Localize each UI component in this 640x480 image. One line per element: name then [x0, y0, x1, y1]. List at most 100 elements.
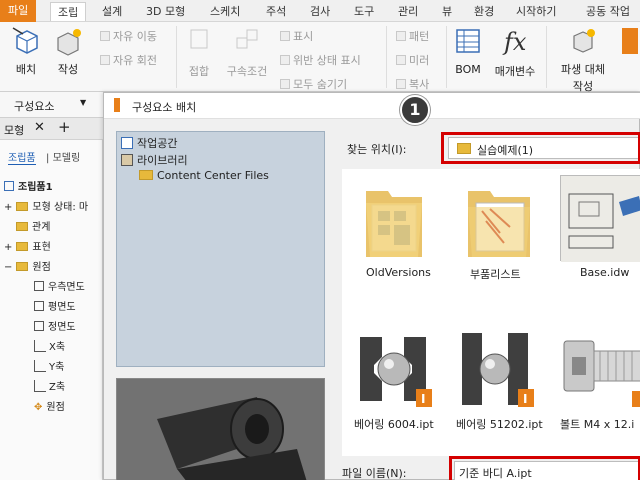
place-icon — [12, 27, 38, 54]
collapse-icon[interactable]: − — [4, 262, 12, 273]
ribbon-separator — [386, 26, 387, 88]
tree-item-z-axis[interactable]: Z축 — [34, 378, 65, 393]
close-icon[interactable]: ✕ — [34, 120, 45, 135]
place-workspace[interactable]: 작업공간 — [121, 135, 177, 151]
bom-table-icon — [456, 29, 480, 53]
drawing-thumbnail-icon — [561, 176, 640, 262]
mirror-icon — [396, 55, 406, 65]
bolt-part-icon — [563, 340, 640, 407]
look-in-label: 찾는 위치(I): — [347, 143, 407, 156]
copy-icon — [396, 79, 406, 89]
folder-icon — [468, 191, 530, 257]
pattern-icon — [396, 31, 406, 41]
place-component-dialog: 구성요소 배치 작업공간 라이브러리 Content Center Files … — [103, 92, 640, 480]
inventor-part-icon — [114, 98, 120, 112]
violation-icon — [280, 55, 290, 65]
preview-part-image — [117, 379, 324, 480]
constraint-button[interactable]: 구속조건 — [220, 26, 274, 79]
tab-assemble[interactable]: 조립 — [50, 2, 87, 21]
move-icon — [100, 31, 110, 41]
file-item[interactable] — [460, 181, 540, 261]
tree-item-representations[interactable]: + 표현 — [4, 238, 51, 253]
join-button[interactable]: 접합 — [182, 26, 216, 79]
places-panel: 작업공간 라이브러리 Content Center Files — [116, 131, 325, 367]
tab-collaborate[interactable]: 공동 작업 — [586, 2, 630, 21]
tree-item-x-axis[interactable]: X축 — [34, 338, 65, 353]
tree-item-center-point[interactable]: ✥ 원점 — [34, 398, 65, 413]
axis-icon — [34, 340, 46, 352]
axis-icon — [34, 360, 46, 372]
orange-tool-icon — [622, 28, 638, 54]
tab-annotate[interactable]: 주석 — [266, 2, 286, 21]
add-tab-button[interactable]: + — [58, 118, 71, 136]
ribbon-separator — [546, 26, 547, 88]
file-name: 베어링 6004.ipt — [354, 418, 434, 431]
show-button[interactable]: 표시 — [280, 28, 313, 44]
plane-icon — [34, 301, 44, 311]
bearing-part-icon: I — [462, 333, 534, 407]
tree-item-xy-plane[interactable]: 정면도 — [34, 318, 76, 333]
place-content-center[interactable]: Content Center Files — [139, 169, 269, 182]
mirror-button[interactable]: 미러 — [396, 52, 429, 68]
filename-highlight — [449, 456, 640, 480]
part-preview — [116, 378, 325, 480]
subtab-modeling[interactable]: | 모델링 — [46, 149, 80, 164]
tab-3d-model[interactable]: 3D 모형 — [146, 2, 185, 21]
derive-substitute-button[interactable]: 파생 대체 작성 — [552, 26, 614, 94]
subtab-assembly[interactable]: 조립품 — [8, 149, 36, 165]
svg-text:fx: fx — [502, 28, 527, 56]
dialog-title: 구성요소 배치 — [132, 101, 197, 114]
file-name: 부품리스트 — [470, 268, 521, 281]
tab-get-started[interactable]: 시작하기 — [516, 2, 556, 21]
create-button[interactable]: 작성 — [50, 26, 86, 77]
model-browser: 모형 ✕ + 조립품 | 모델링 조립품1 + 모형 상태: 마 관계 + 표현 −… — [0, 118, 103, 480]
file-item[interactable]: I — [456, 327, 536, 409]
library-icon — [121, 154, 133, 166]
file-item[interactable] — [562, 327, 640, 409]
tab-inspect[interactable]: 검사 — [310, 2, 330, 21]
constraint-icon — [236, 29, 258, 49]
free-rotate-button[interactable]: 자유 회전 — [100, 52, 157, 68]
bom-button[interactable]: BOM — [450, 26, 486, 76]
file-item[interactable] — [358, 181, 430, 261]
free-move-button[interactable]: 자유 이동 — [100, 28, 157, 44]
violation-status-button[interactable]: 위반 상태 표시 — [280, 52, 361, 68]
tree-item-yz-plane[interactable]: 우측면도 — [34, 278, 85, 293]
tree-root-assembly[interactable]: 조립품1 — [4, 178, 53, 193]
tab-design[interactable]: 설계 — [102, 2, 122, 21]
tab-file[interactable]: 파일 — [0, 0, 37, 22]
parameters-button[interactable]: fx 매개변수 — [488, 26, 542, 79]
tree-item-model-state[interactable]: + 모형 상태: 마 — [4, 198, 103, 213]
folder-open-icon — [16, 262, 29, 271]
tree-item-origin[interactable]: − 원점 — [4, 258, 51, 273]
look-in-highlight — [441, 132, 640, 164]
tree-item-xz-plane[interactable]: 평면도 — [34, 298, 76, 313]
browser-tab-model[interactable]: 모형 — [4, 122, 24, 138]
place-library[interactable]: 라이브러리 — [121, 152, 188, 168]
tab-manage[interactable]: 관리 — [398, 2, 418, 21]
ribbon-overflow-button[interactable] — [622, 26, 640, 54]
place-button[interactable]: 배치 — [6, 26, 46, 77]
group-expand-icon[interactable]: ▼ — [80, 98, 86, 107]
svg-text:I: I — [523, 392, 527, 406]
pattern-button[interactable]: 패턴 — [396, 28, 429, 44]
copy-button[interactable]: 복사 — [396, 76, 429, 90]
file-name: 볼트 M4 x 12.i — [560, 418, 635, 431]
plane-icon — [34, 321, 44, 331]
tab-environment[interactable]: 환경 — [474, 2, 494, 21]
file-item[interactable] — [560, 175, 640, 262]
tab-sketch[interactable]: 스케치 — [210, 2, 240, 21]
file-name: OldVersions — [366, 266, 431, 279]
show-icon — [280, 31, 290, 41]
tab-tools[interactable]: 도구 — [354, 2, 374, 21]
file-item[interactable]: I — [354, 327, 434, 409]
expand-icon[interactable]: + — [4, 202, 12, 213]
file-list: OldVersions 부품리스트 Base.idw I 베어링 6004.ip… — [342, 169, 640, 456]
tree-item-relations[interactable]: 관계 — [16, 218, 50, 233]
hide-all-button[interactable]: 모두 숨기기 — [280, 76, 347, 90]
tree-item-y-axis[interactable]: Y축 — [34, 358, 64, 373]
plane-icon — [34, 281, 44, 291]
expand-icon[interactable]: + — [4, 242, 12, 253]
rotate-icon — [100, 55, 110, 65]
tab-view[interactable]: 뷰 — [442, 2, 452, 21]
